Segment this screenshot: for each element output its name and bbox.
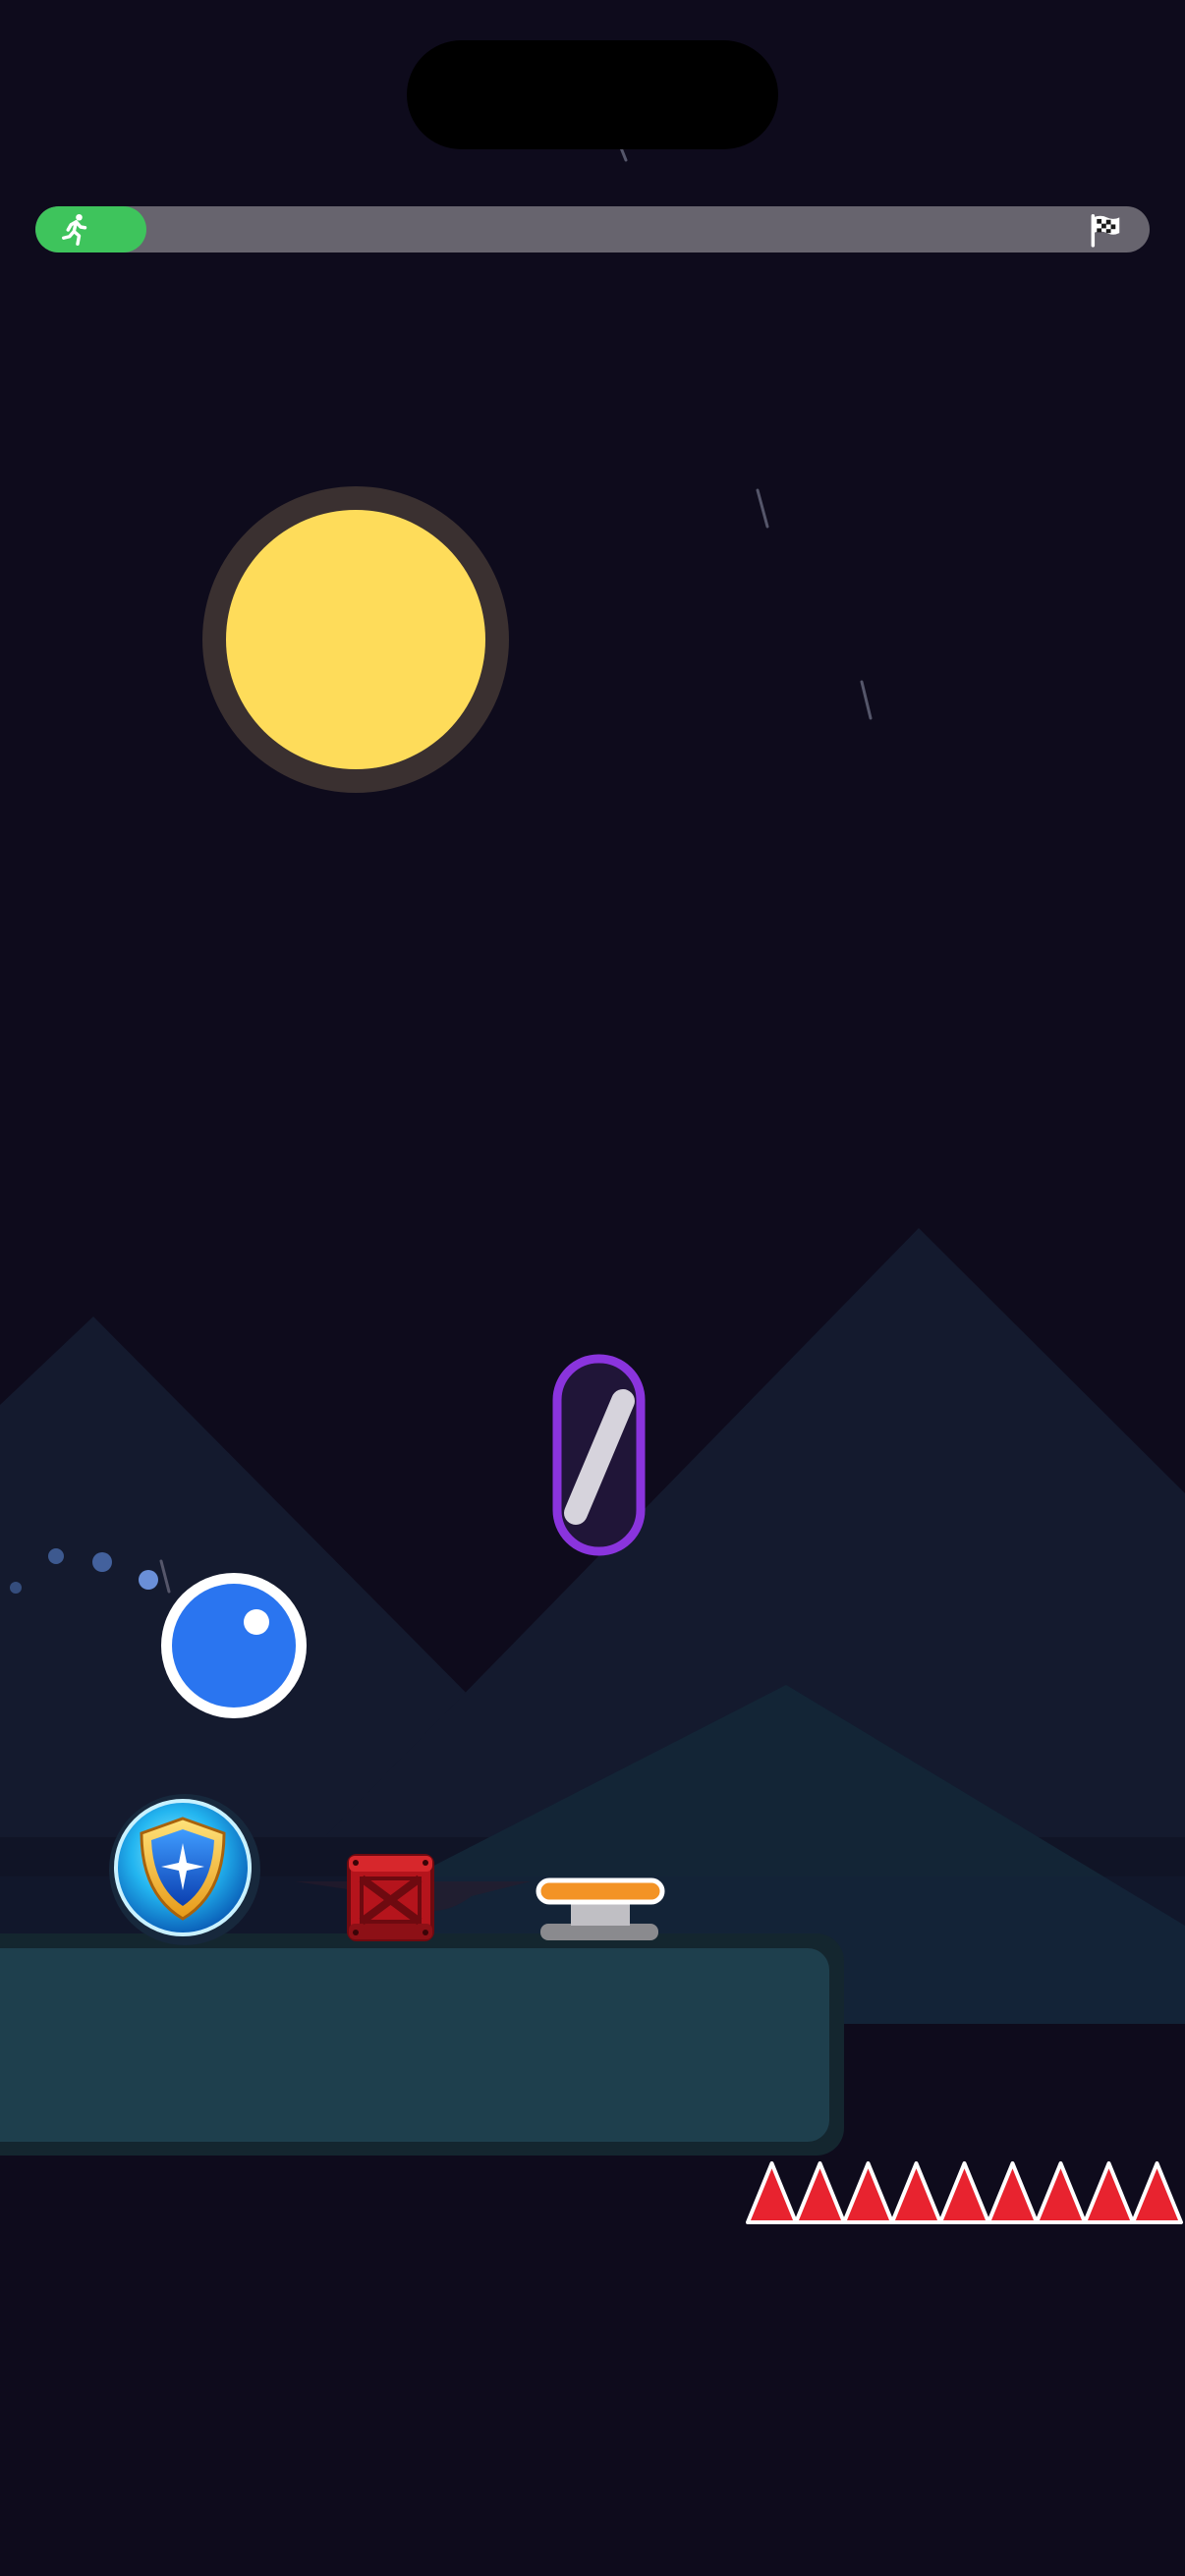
spike [1083, 2161, 1135, 2224]
spike [746, 2161, 798, 2224]
spike-row [746, 2161, 1183, 2224]
spike [1035, 2161, 1087, 2224]
level-progress-bar [35, 206, 1150, 252]
runner-icon [62, 213, 87, 246]
spike [987, 2161, 1039, 2224]
spike [842, 2161, 894, 2224]
red-crate-icon[interactable] [347, 1854, 434, 1941]
dynamic-island [407, 40, 778, 149]
gravity-portal [552, 1354, 646, 1556]
shield-icon[interactable] [109, 1794, 260, 1945]
spike [938, 2161, 990, 2224]
ground-platform [0, 1933, 844, 2156]
checkered-flag-icon [1091, 214, 1120, 248]
game-scene[interactable] [0, 0, 1185, 2576]
game-screen[interactable] [0, 0, 1185, 2576]
spike [1131, 2161, 1183, 2224]
sun [202, 486, 509, 793]
level-progress-fill [35, 206, 146, 252]
spike [890, 2161, 942, 2224]
spike [794, 2161, 846, 2224]
player-ball[interactable] [161, 1573, 307, 1718]
